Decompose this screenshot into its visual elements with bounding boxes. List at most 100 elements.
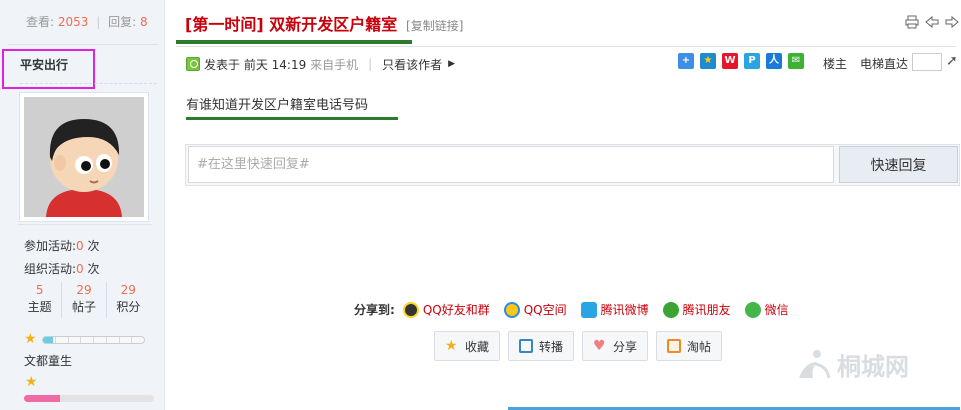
title-underline <box>176 40 412 44</box>
share-item-label: 腾讯朋友 <box>682 303 731 317</box>
share-item-label: QQ好友和群 <box>422 303 490 317</box>
copy-link-button[interactable]: [复制链接] <box>406 19 463 33</box>
renren-share-icon[interactable]: 人 <box>766 53 782 69</box>
level-progress-bar <box>42 336 145 344</box>
watermark-text: 桐城网 <box>837 352 909 381</box>
elevator-input[interactable] <box>912 53 942 71</box>
share-qzone[interactable]: QQ空间 <box>503 301 567 318</box>
site-watermark: 桐城网 <box>795 347 909 382</box>
qzone-share-icon[interactable]: ★ <box>700 53 716 69</box>
stat-value: 5 <box>35 283 44 297</box>
rebroadcast-button[interactable]: 转播 <box>508 331 575 361</box>
share-to-label: 分享到: <box>354 303 395 317</box>
organized-label: 组织活动: <box>24 262 77 276</box>
action-label: 淘帖 <box>687 339 712 354</box>
avatar-image <box>24 97 144 217</box>
quick-reply-input[interactable] <box>188 146 834 183</box>
wechat-share-icon[interactable]: ✉ <box>788 53 804 69</box>
post-content: 有谁知道开发区户籍室电话号码 <box>186 98 369 113</box>
qzone-icon <box>503 301 520 318</box>
action-label: 收藏 <box>465 339 490 354</box>
stat-points[interactable]: 29 积分 <box>107 282 150 318</box>
rank-progress-bar <box>24 395 154 402</box>
tao-icon <box>667 339 682 353</box>
share-to-bar: 分享到: QQ好友和群 QQ空间 腾讯微博 腾讯朋友 微信 <box>354 301 803 318</box>
quick-reply-button[interactable]: 快速回复 <box>839 146 958 183</box>
wechat-icon <box>744 301 761 318</box>
stat-value: 29 <box>120 283 136 297</box>
avatar-divider <box>18 224 152 225</box>
share-wechat[interactable]: 微信 <box>744 301 789 318</box>
only-author-link[interactable]: 只看该作者 <box>382 56 442 73</box>
views-label: 查看: <box>26 15 55 29</box>
stats-divider: | <box>96 15 101 29</box>
rank-star-icon: ★ <box>25 374 38 390</box>
replies-label: 回复: <box>108 15 137 29</box>
qq-icon <box>402 301 419 318</box>
elevator-label: 电梯直达 <box>860 57 909 71</box>
organized-count[interactable]: 0 <box>76 262 84 276</box>
stat-label: 主题 <box>27 300 52 314</box>
share-button[interactable]: ♥ 分享 <box>582 331 649 361</box>
floor-label: 楼主 <box>823 57 848 71</box>
thread-title-row: [第一时间] 双新开发区户籍室 [复制链接] <box>185 11 463 35</box>
print-icon[interactable] <box>905 15 919 29</box>
heart-icon: ♥ <box>593 338 606 354</box>
organized-unit: 次 <box>87 262 100 276</box>
stat-posts[interactable]: 29 帖子 <box>62 282 107 318</box>
share-tencent-friends[interactable]: 腾讯朋友 <box>662 301 731 318</box>
online-user-icon <box>186 57 200 71</box>
thread-tools <box>905 15 959 29</box>
posted-prefix: 发表于 <box>204 57 241 72</box>
share-qq-friends[interactable]: QQ好友和群 <box>402 301 490 318</box>
stat-topics[interactable]: 5 主题 <box>18 282 63 318</box>
next-thread-icon[interactable] <box>945 15 959 29</box>
thread-stats: 查看: 2053 | 回复: 8 <box>0 0 165 44</box>
replies-count: 8 <box>140 15 148 29</box>
quick-share-icons: + ★ W P 人 ✉ <box>678 53 804 69</box>
content-underline <box>186 117 398 120</box>
author-sidebar: 查看: 2053 | 回复: 8 平安出行 参加活动:0 次 组织活动:0 次 <box>0 0 165 410</box>
share-item-label: QQ空间 <box>523 303 567 317</box>
thread-title[interactable]: [第一时间] 双新开发区户籍室 <box>185 15 397 34</box>
post-actions: ★ 收藏 转播 ♥ 分享 淘帖 <box>434 331 723 361</box>
stat-value: 29 <box>76 283 92 297</box>
organized-activities: 组织活动:0 次 <box>24 260 100 277</box>
stat-label: 帖子 <box>71 300 96 314</box>
joined-count[interactable]: 0 <box>76 239 84 253</box>
post-source[interactable]: 来自手机 <box>310 56 358 73</box>
favorite-button[interactable]: ★ 收藏 <box>434 331 501 361</box>
prev-thread-icon[interactable] <box>925 15 939 29</box>
rank-progress-fill <box>24 395 61 402</box>
author-stats: 5 主题 29 帖子 29 积分 <box>18 282 150 318</box>
star-icon: ★ <box>445 338 458 354</box>
elevator-go-icon[interactable]: ➚ <box>946 53 958 69</box>
meta-divider: | <box>368 57 373 71</box>
arrow-right-icon: ▶ <box>448 59 456 69</box>
tencent-weibo-icon <box>580 301 597 318</box>
share-tencent-weibo[interactable]: 腾讯微博 <box>580 301 649 318</box>
username-divider <box>20 83 157 84</box>
posted-time: 前天 14:19 <box>243 57 307 72</box>
action-label: 分享 <box>613 339 638 354</box>
author-username[interactable]: 平安出行 <box>20 56 68 73</box>
tao-button[interactable]: 淘帖 <box>656 331 723 361</box>
sina-weibo-share-icon[interactable]: W <box>722 53 738 69</box>
views-count: 2053 <box>57 15 89 29</box>
tencent-weibo-share-icon[interactable]: P <box>744 53 760 69</box>
joined-unit: 次 <box>87 239 100 253</box>
rebroadcast-icon <box>519 339 534 353</box>
stats-divider-line <box>8 44 158 45</box>
joined-activities: 参加活动:0 次 <box>24 237 100 254</box>
user-rank: 文都童生 <box>24 354 73 368</box>
joined-label: 参加活动: <box>24 239 77 253</box>
share-item-label: 腾讯微博 <box>600 303 649 317</box>
share-item-label: 微信 <box>764 303 789 317</box>
tencent-friends-icon <box>662 301 679 318</box>
action-label: 转播 <box>539 339 564 354</box>
progress-ticks <box>43 337 144 343</box>
plus-share-icon[interactable]: + <box>678 53 694 69</box>
avatar[interactable] <box>19 92 149 222</box>
title-divider <box>176 46 956 47</box>
stat-label: 积分 <box>116 300 141 314</box>
